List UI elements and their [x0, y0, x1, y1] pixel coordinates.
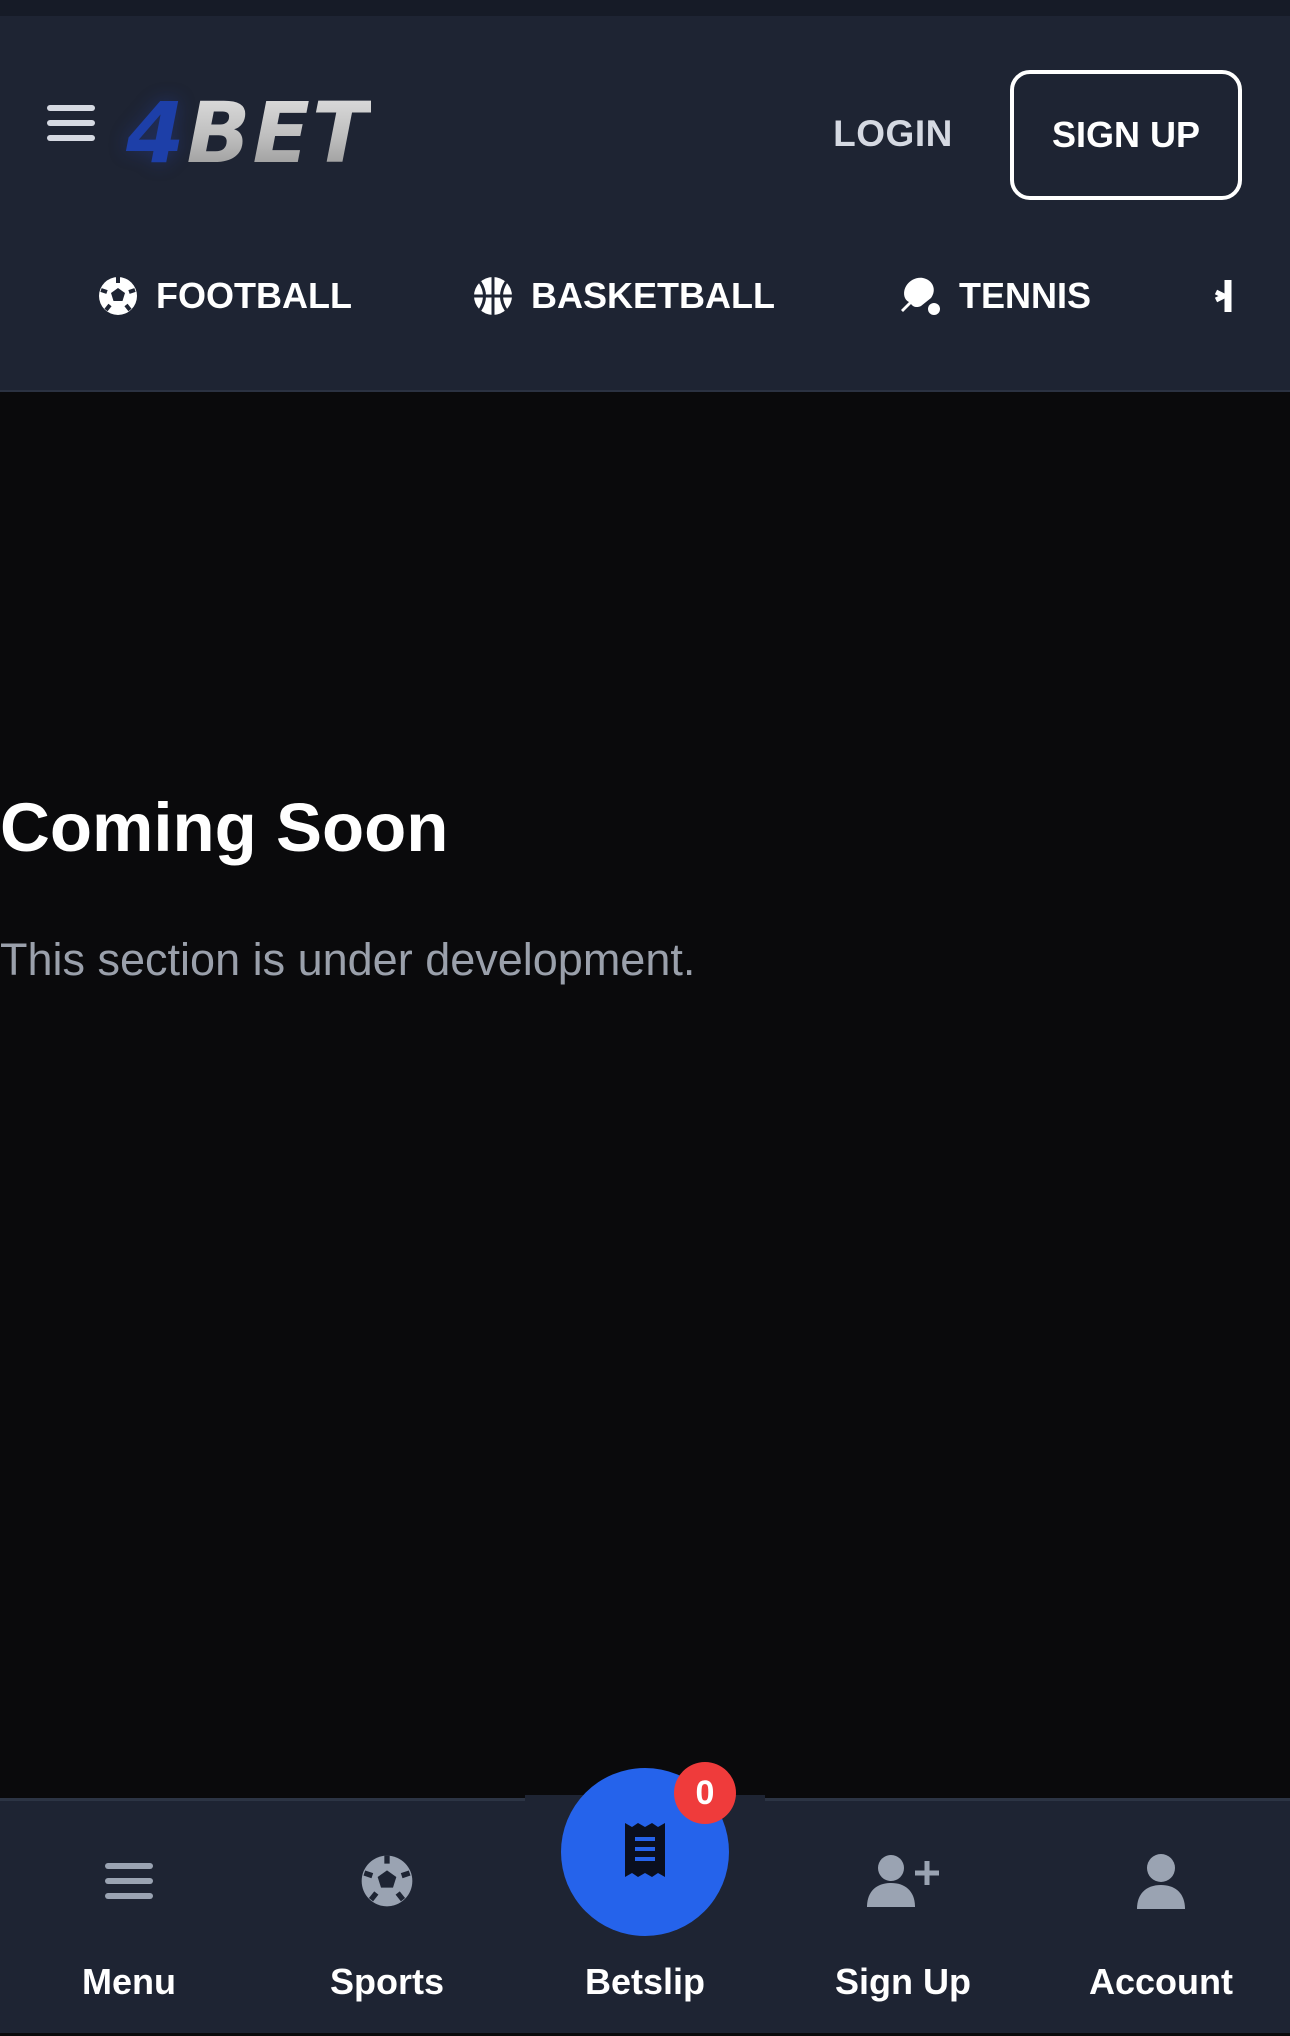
page-subtitle: This section is under development.	[0, 934, 696, 985]
site-header: 4 BET LOGIN SIGN UP FOOTBALL BASKETBALL …	[0, 0, 1290, 392]
receipt-icon	[623, 1821, 667, 1884]
tab-basketball-label: BASKETBALL	[531, 275, 775, 316]
tab-football-label: FOOTBALL	[156, 275, 352, 316]
table-tennis-icon	[899, 274, 943, 318]
sports-nav: FOOTBALL BASKETBALL TENNIS	[0, 236, 1290, 386]
hockey-icon	[1214, 274, 1258, 318]
basketball-icon	[471, 274, 515, 318]
bottom-nav-sports-label: Sports	[329, 1961, 444, 2002]
bottom-nav-menu[interactable]: Menu	[0, 1801, 258, 2036]
page-title: Coming Soon	[0, 789, 449, 866]
signup-button[interactable]: SIGN UP	[1010, 70, 1242, 200]
user-plus-icon	[774, 1851, 1032, 1911]
tab-tennis[interactable]: TENNIS	[899, 266, 1091, 326]
login-button[interactable]: LOGIN	[808, 98, 978, 170]
site-logo[interactable]: 4 BET	[126, 78, 371, 188]
main-content: Coming Soon This section is under develo…	[0, 392, 1290, 1798]
bottom-nav-betslip-label: Betslip	[584, 1961, 706, 2002]
tab-football[interactable]: FOOTBALL	[96, 266, 352, 326]
bottom-nav-signup-label: Sign Up	[835, 1961, 971, 2002]
tab-tennis-label: TENNIS	[959, 275, 1092, 316]
bottom-nav-account-label: Account	[1089, 1961, 1233, 2002]
hamburger-menu-icon[interactable]	[46, 98, 96, 148]
bottom-nav-account[interactable]: Account	[1032, 1801, 1290, 2036]
football-icon	[96, 274, 140, 318]
football-icon	[258, 1851, 516, 1911]
bottom-nav-sports[interactable]: Sports	[258, 1801, 516, 2036]
betslip-count-badge: 0	[674, 1762, 736, 1824]
tab-hockey[interactable]	[1214, 266, 1274, 326]
logo-name: BET	[186, 84, 372, 182]
top-bar: 4 BET LOGIN SIGN UP	[0, 16, 1290, 236]
tab-basketball[interactable]: BASKETBALL	[471, 266, 775, 326]
bottom-nav-signup[interactable]: Sign Up	[774, 1801, 1032, 2036]
bottom-nav-menu-label: Menu	[82, 1961, 176, 2002]
menu-icon	[0, 1851, 258, 1911]
logo-prefix: 4	[126, 84, 187, 182]
user-icon	[1032, 1851, 1290, 1911]
